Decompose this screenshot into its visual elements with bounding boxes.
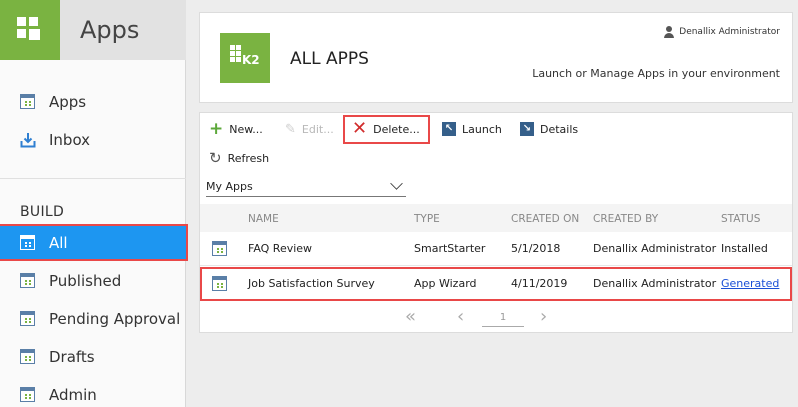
pencil-icon: ✎ — [285, 122, 296, 137]
app-grid-icon — [20, 94, 35, 109]
edit-button[interactable]: ✎ Edit... — [285, 122, 334, 137]
cell-created-on: 4/11/2019 — [511, 277, 568, 290]
app-grid-icon — [20, 349, 35, 364]
app-title: Apps — [80, 16, 140, 44]
sidebar-divider — [0, 178, 186, 179]
app-grid-icon — [20, 235, 35, 250]
sidebar-item-label: Inbox — [49, 131, 91, 149]
k2-logo-text: K2 — [242, 53, 260, 67]
delete-x-icon: ✕ — [352, 118, 368, 139]
column-header-created-by[interactable]: CREATED BY — [593, 213, 658, 225]
cell-name: FAQ Review — [248, 242, 313, 255]
first-page-icon[interactable]: « — [405, 306, 416, 327]
cell-type: App Wizard — [414, 277, 477, 290]
sidebar-item-label: Pending Approval — [49, 310, 181, 328]
launch-arrow-icon: ↖ — [442, 122, 456, 136]
plus-icon: + — [209, 119, 224, 139]
app-filter-dropdown[interactable]: My Apps — [206, 177, 406, 197]
sidebar-item-inbox[interactable]: Inbox — [0, 123, 186, 157]
pagination: « ‹ 1 › — [200, 303, 792, 331]
sidebar-item-label: Published — [49, 272, 122, 290]
table-row[interactable]: FAQ Review SmartStarter 5/1/2018 Denalli… — [200, 232, 792, 266]
cell-status: Installed — [721, 242, 768, 255]
sidebar-item-label: Drafts — [49, 348, 95, 366]
refresh-button[interactable]: ↻ Refresh — [209, 151, 269, 166]
prev-page-icon[interactable]: ‹ — [457, 306, 464, 327]
details-button[interactable]: ↘ Details — [520, 122, 578, 136]
sidebar-item-apps[interactable]: Apps — [0, 85, 186, 119]
cell-type: SmartStarter — [414, 242, 486, 255]
page-title: ALL APPS — [290, 49, 369, 69]
delete-button[interactable]: ✕ Delete... — [352, 120, 420, 138]
sidebar-item-all[interactable]: All — [0, 224, 188, 261]
app-grid-icon — [20, 311, 35, 326]
new-button[interactable]: + New... — [209, 121, 263, 138]
app-grid-icon — [212, 276, 227, 291]
column-header-type[interactable]: TYPE — [414, 213, 440, 225]
table-header: NAME TYPE CREATED ON CREATED BY STATUS — [200, 204, 792, 232]
column-header-created-on[interactable]: CREATED ON — [511, 213, 579, 225]
app-grid-icon — [20, 273, 35, 288]
next-page-icon[interactable]: › — [540, 306, 547, 327]
table-row[interactable]: Job Satisfaction Survey App Wizard 4/11/… — [200, 267, 792, 301]
column-header-status[interactable]: STATUS — [721, 213, 760, 225]
page-number[interactable]: 1 — [482, 309, 524, 327]
launch-button[interactable]: ↖ Launch — [442, 122, 502, 136]
apps-panel: + New... ✎ Edit... ✕ Delete... ↖ Launch … — [199, 112, 793, 333]
user-name: Denallix Administrator — [679, 27, 780, 37]
sidebar-item-label: Apps — [49, 93, 87, 111]
sidebar-header: Apps — [0, 0, 186, 60]
chevron-down-icon — [390, 177, 403, 190]
sidebar-item-drafts[interactable]: Drafts — [0, 340, 186, 374]
cell-created-by: Denallix Administrator — [593, 277, 717, 290]
sidebar: Apps Apps Inbox BUILD All Published Pend… — [0, 0, 188, 407]
app-grid-icon — [20, 387, 35, 402]
sidebar-item-published[interactable]: Published — [0, 264, 186, 298]
section-label-build: BUILD — [20, 204, 65, 220]
user-menu[interactable]: Denallix Administrator — [664, 26, 780, 38]
refresh-icon: ↻ — [209, 149, 222, 167]
sidebar-item-admin[interactable]: Admin — [0, 378, 186, 407]
k2-logo-icon: K2 — [220, 33, 270, 83]
cell-name: Job Satisfaction Survey — [248, 277, 375, 290]
sidebar-item-label: Admin — [49, 386, 97, 404]
page-subtitle: Launch or Manage Apps in your environmen… — [532, 67, 780, 80]
apps-logo-icon[interactable] — [0, 0, 60, 60]
column-header-name[interactable]: NAME — [248, 213, 279, 225]
sidebar-item-pending-approval[interactable]: Pending Approval — [0, 302, 186, 336]
sidebar-item-label: All — [49, 234, 68, 252]
inbox-download-icon — [20, 132, 36, 152]
status-link[interactable]: Generated — [721, 277, 779, 290]
app-grid-icon — [212, 241, 227, 256]
details-arrow-icon: ↘ — [520, 122, 534, 136]
cell-created-on: 5/1/2018 — [511, 242, 561, 255]
cell-created-by: Denallix Administrator — [593, 242, 717, 255]
user-icon — [664, 26, 675, 38]
dropdown-value: My Apps — [206, 180, 253, 193]
header-card: K2 ALL APPS Denallix Administrator Launc… — [199, 12, 793, 103]
